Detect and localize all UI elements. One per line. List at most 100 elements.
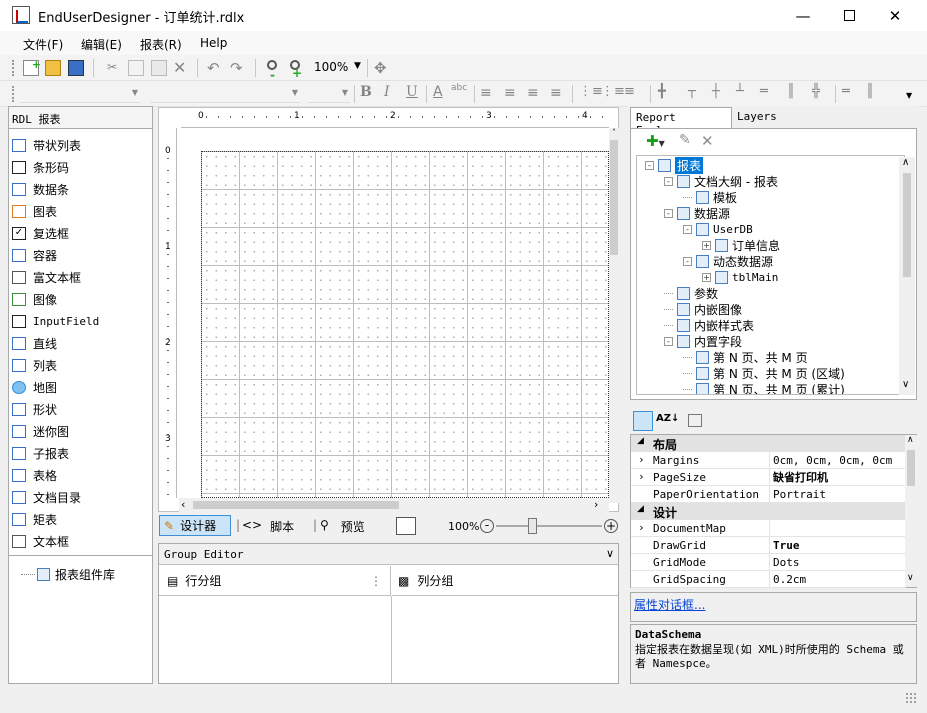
- toolbox-item[interactable]: 条形码: [12, 156, 150, 178]
- collapse-icon[interactable]: -: [683, 224, 692, 234]
- property-dialog-link[interactable]: 属性对话框...: [634, 596, 705, 613]
- indent-icon[interactable]: ≡: [624, 84, 635, 99]
- move-icon[interactable]: ✥: [374, 59, 390, 77]
- row-group-header[interactable]: ▤ 行分组 ⋮: [159, 566, 391, 596]
- toolbox-item[interactable]: InputField: [12, 310, 150, 332]
- collapse-icon[interactable]: -: [664, 208, 673, 218]
- toolbox-item[interactable]: 带状列表: [12, 134, 150, 156]
- cut-icon[interactable]: ✂: [104, 60, 120, 76]
- same-height-icon[interactable]: ║: [787, 84, 795, 99]
- scroll-thumb[interactable]: [610, 140, 618, 255]
- tab-layers[interactable]: Layers: [733, 110, 781, 123]
- property-row[interactable]: › PageSize 缺省打印机: [631, 469, 906, 486]
- justify-icon[interactable]: ≡: [550, 85, 562, 101]
- scroll-up-icon[interactable]: ˄: [609, 128, 619, 138]
- same-width-icon[interactable]: ═: [760, 84, 768, 99]
- zoom-in-icon[interactable]: +: [289, 59, 305, 80]
- property-row[interactable]: GridSpacing 0.2cm: [631, 571, 906, 588]
- toolbox-item[interactable]: 图像: [12, 288, 150, 310]
- property-value[interactable]: True: [769, 537, 800, 554]
- toolbox-item[interactable]: 文本框: [12, 530, 150, 552]
- script-tab[interactable]: <> 脚本: [242, 518, 294, 535]
- chevron-down-icon[interactable]: ▼: [354, 61, 361, 71]
- scroll-thumb[interactable]: [907, 450, 915, 486]
- maximize-icon[interactable]: [826, 0, 872, 31]
- property-row[interactable]: › Margins 0cm, 0cm, 0cm, 0cm: [631, 452, 906, 469]
- tree-node[interactable]: - 数据源: [664, 205, 730, 221]
- tree-node[interactable]: 第 N 页、共 M 页: [683, 349, 808, 365]
- size-combo[interactable]: ▼: [308, 84, 350, 103]
- scroll-up-icon[interactable]: ∧: [907, 435, 914, 445]
- tree-scrollbar[interactable]: ∧ ∨: [899, 157, 915, 395]
- collapse-icon[interactable]: -: [645, 160, 654, 170]
- menu-file[interactable]: 文件(F): [23, 36, 63, 53]
- new-icon[interactable]: +: [23, 58, 41, 76]
- property-category[interactable]: ◢ 设计: [631, 503, 906, 520]
- vspacing-icon[interactable]: ║: [866, 84, 874, 99]
- font-combo[interactable]: ▼: [150, 84, 300, 103]
- tree-node[interactable]: 内嵌样式表: [664, 317, 754, 333]
- tab-report-explorer[interactable]: Report Explorer: [630, 107, 732, 137]
- collapse-icon[interactable]: ◢: [637, 436, 644, 446]
- vertical-scrollbar[interactable]: ˄: [609, 128, 619, 503]
- zoom-out-icon[interactable]: -: [266, 59, 282, 82]
- toolbar-overflow-icon[interactable]: ▼: [906, 91, 912, 100]
- toolbox-item[interactable]: 富文本框: [12, 266, 150, 288]
- column-group-header[interactable]: ▩ 列分组: [392, 566, 618, 596]
- grid-toggle-icon[interactable]: [396, 517, 416, 535]
- align-left-icon[interactable]: ≡: [480, 85, 492, 101]
- add-icon[interactable]: ✚▼: [646, 132, 665, 150]
- italic-icon[interactable]: I: [384, 84, 390, 100]
- scroll-thumb[interactable]: [193, 501, 399, 509]
- numbering-icon[interactable]: ⋮≡: [601, 84, 625, 99]
- property-value[interactable]: [769, 520, 773, 537]
- zoom-slider-track[interactable]: [496, 525, 602, 527]
- toolbox-item[interactable]: 列表: [12, 354, 150, 376]
- expand-icon[interactable]: ›: [638, 470, 645, 483]
- toolbox-item[interactable]: 迷你图: [12, 420, 150, 442]
- font-color-icon[interactable]: A: [433, 84, 443, 100]
- design-grid[interactable]: [201, 151, 609, 498]
- resize-grip-icon[interactable]: [905, 692, 917, 704]
- menu-edit[interactable]: 编辑(E): [81, 36, 122, 53]
- menu-help[interactable]: Help: [200, 36, 227, 50]
- collapse-icon[interactable]: -: [683, 256, 692, 266]
- tree-node[interactable]: - UserDB: [683, 221, 753, 237]
- toolbox-item[interactable]: 矩表: [12, 508, 150, 530]
- same-size-icon[interactable]: ╬: [812, 84, 820, 99]
- categorized-icon[interactable]: [633, 411, 653, 431]
- toolbox-item[interactable]: 形状: [12, 398, 150, 420]
- align-middle-icon[interactable]: ┼: [712, 84, 720, 99]
- expand-icon[interactable]: ›: [638, 453, 645, 466]
- bullets-icon[interactable]: ⋮≡: [579, 84, 603, 99]
- property-value[interactable]: 0.2cm: [769, 571, 806, 588]
- toolbox-item[interactable]: ✓ 复选框: [12, 222, 150, 244]
- scroll-right-icon[interactable]: ›: [594, 498, 598, 511]
- props-scrollbar[interactable]: ∧ ∨: [905, 435, 917, 587]
- property-row[interactable]: PaperOrientation Portrait: [631, 486, 906, 503]
- tree-node[interactable]: - 动态数据源: [683, 253, 773, 269]
- toolbox-item[interactable]: 图表: [12, 200, 150, 222]
- highlight-icon[interactable]: abc: [451, 83, 467, 93]
- scroll-down-icon[interactable]: ∨: [907, 573, 914, 583]
- bold-icon[interactable]: B: [360, 84, 372, 100]
- copy-icon[interactable]: [128, 60, 144, 76]
- edit-icon[interactable]: ✎: [679, 132, 691, 148]
- toolbox-item[interactable]: 直线: [12, 332, 150, 354]
- property-value[interactable]: 0cm, 0cm, 0cm, 0cm: [769, 452, 892, 469]
- undo-icon[interactable]: ↶: [207, 59, 223, 77]
- alphabetical-icon[interactable]: AZ↓: [656, 413, 679, 424]
- toolbox-item[interactable]: 表格: [12, 464, 150, 486]
- tree-node[interactable]: 参数: [664, 285, 718, 301]
- property-row[interactable]: GridMode Dots: [631, 554, 906, 571]
- delete-icon[interactable]: ✕: [173, 58, 189, 77]
- delete-icon[interactable]: ✕: [701, 132, 714, 150]
- zoom-minus-icon[interactable]: -: [480, 519, 494, 533]
- property-value[interactable]: 缺省打印机: [769, 469, 828, 486]
- scroll-thumb[interactable]: [903, 173, 911, 277]
- align-bottom-icon[interactable]: ┴: [736, 84, 744, 99]
- chevron-down-icon[interactable]: ∨: [606, 547, 614, 560]
- toolbox-item[interactable]: 文档目录: [12, 486, 150, 508]
- align-right-icon[interactable]: ≡: [527, 85, 539, 101]
- designer-tab[interactable]: ✎ 设计器: [159, 515, 231, 536]
